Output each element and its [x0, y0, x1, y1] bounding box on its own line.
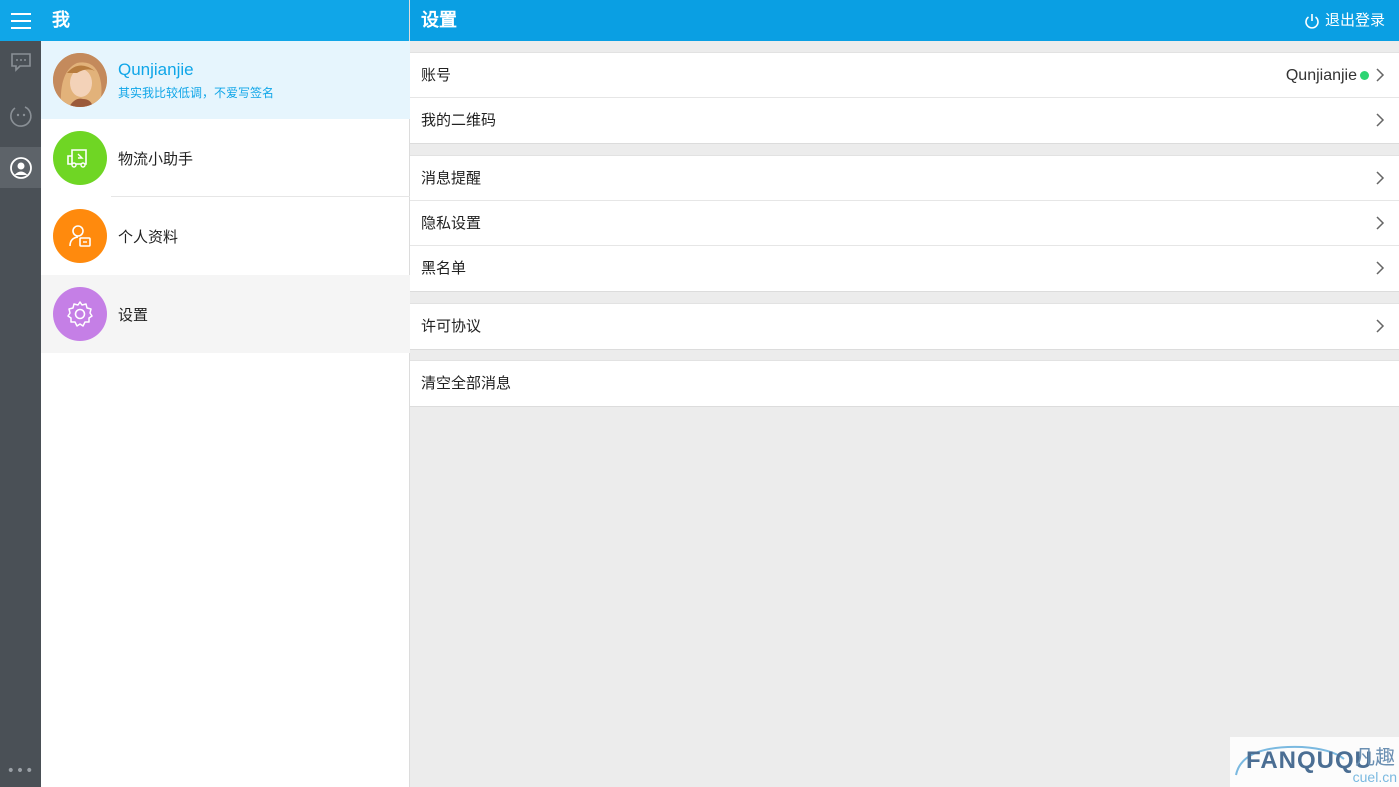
menu-item-profile[interactable]: 个人资料	[41, 197, 410, 275]
account-value: Qunjianjie	[1285, 67, 1357, 84]
row-label: 消息提醒	[421, 169, 482, 187]
settings-row-notifications[interactable]: 消息提醒	[410, 156, 1399, 201]
profile-card[interactable]: Qunjianjie 其实我比较低调，不爱写签名	[41, 41, 410, 119]
menu-item-label: 设置	[118, 306, 149, 324]
watermark-cn: 凡趣	[1355, 745, 1395, 769]
profile-card-icon	[53, 209, 107, 263]
settings-row-privacy[interactable]: 隐私设置	[410, 201, 1399, 246]
watermark-logo: FANQUQU 凡趣 cuel.cn	[1230, 737, 1399, 787]
row-label: 我的二维码	[421, 111, 497, 129]
page-title: 设置	[421, 10, 457, 31]
rail-messages[interactable]	[0, 41, 41, 82]
settings-group-privacy: 消息提醒 隐私设置 黑名单	[410, 155, 1399, 292]
gear-icon	[53, 287, 107, 341]
truck-icon	[53, 131, 107, 185]
row-label: 清空全部消息	[421, 374, 512, 392]
chevron-right-icon	[1376, 216, 1385, 230]
chevron-right-icon	[1376, 68, 1385, 82]
settings-panel: 设置 退出登录 账号 Qunjianjie 我的二维码 消息提醒 隐私设置 黑名…	[410, 0, 1399, 787]
me-header-title: 我	[41, 0, 409, 41]
chat-icon	[10, 52, 31, 72]
rail-me[interactable]	[0, 147, 41, 188]
row-label: 黑名单	[421, 259, 467, 277]
menu-item-label: 个人资料	[118, 228, 179, 246]
power-icon	[1305, 13, 1319, 29]
settings-row-clear-messages[interactable]: 清空全部消息	[410, 361, 1399, 406]
hamburger-icon	[10, 12, 31, 29]
profile-signature: 其实我比较低调，不爱写签名	[118, 86, 275, 100]
logout-button[interactable]: 退出登录	[1304, 0, 1385, 41]
watermark-domain: cuel.cn	[1352, 769, 1397, 785]
settings-row-qrcode[interactable]: 我的二维码	[410, 98, 1399, 143]
online-status-dot	[1360, 71, 1369, 80]
settings-row-account[interactable]: 账号 Qunjianjie	[410, 53, 1399, 98]
profile-name: Qunjianjie	[118, 60, 194, 79]
chevron-right-icon	[1376, 319, 1385, 333]
menu-item-label: 物流小助手	[118, 150, 194, 168]
menu-button[interactable]	[0, 0, 41, 41]
row-label: 隐私设置	[421, 214, 482, 232]
user-circle-icon	[9, 156, 32, 179]
menu-item-logistics[interactable]: 物流小助手	[41, 119, 410, 197]
settings-header: 设置 退出登录	[410, 0, 1399, 41]
more-icon[interactable]: •••	[0, 763, 41, 779]
chevron-right-icon	[1376, 113, 1385, 127]
settings-group-license: 许可协议	[410, 303, 1399, 350]
rail-discover[interactable]	[0, 95, 41, 136]
settings-group-clear: 清空全部消息	[410, 360, 1399, 407]
settings-row-blacklist[interactable]: 黑名单	[410, 246, 1399, 291]
me-panel: 我 Qunjianjie 其实我比较低调，不爱写签名 物流小助手 个人资料 设置	[41, 0, 410, 787]
chevron-right-icon	[1376, 171, 1385, 185]
settings-group-account: 账号 Qunjianjie 我的二维码	[410, 52, 1399, 144]
chevron-right-icon	[1376, 261, 1385, 275]
smile-face-icon	[9, 105, 32, 127]
avatar	[53, 53, 107, 107]
row-label: 账号	[421, 66, 452, 84]
left-rail: •••	[0, 0, 41, 787]
menu-item-settings[interactable]: 设置	[41, 275, 410, 353]
settings-row-license[interactable]: 许可协议	[410, 304, 1399, 349]
row-label: 许可协议	[421, 317, 482, 335]
logout-label: 退出登录	[1324, 11, 1385, 29]
